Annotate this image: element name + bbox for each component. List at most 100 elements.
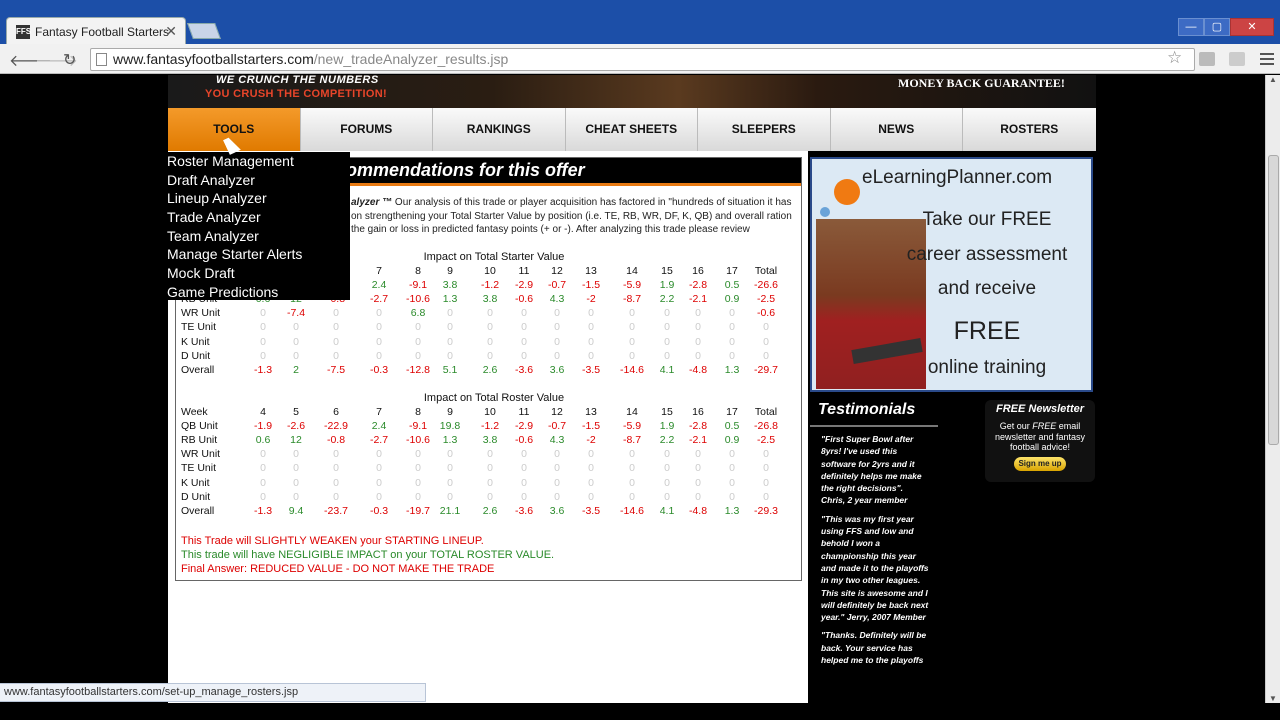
extension-icon[interactable] (1199, 52, 1215, 66)
verdict-starter: This Trade will SLIGHTLY WEAKEN your STA… (181, 535, 484, 547)
menu-item-game-predictions[interactable]: Game Predictions (166, 283, 350, 302)
tab-close-icon[interactable]: ✕ (165, 23, 177, 40)
table-cell: 0 (333, 476, 339, 489)
ad-line-4: FREE (953, 317, 1021, 345)
table-cell: 0 (447, 490, 453, 503)
main-nav: TOOLS FORUMS RANKINGS CHEAT SHEETS SLEEP… (168, 108, 1096, 151)
table-cell: 0 (333, 448, 339, 461)
table-cell: -0.6 (756, 307, 776, 320)
table-cell: 0 (376, 321, 382, 334)
verdict-final: Final Answer: REDUCED VALUE - DO NOT MAK… (181, 563, 495, 575)
scrollbar-thumb[interactable] (1268, 155, 1279, 445)
week-header: 14 (626, 265, 638, 277)
table-cell: 0 (763, 349, 769, 362)
week-header: 13 (585, 406, 597, 418)
table-cell: 0 (588, 476, 594, 489)
nav-forums[interactable]: FORUMS (300, 108, 433, 151)
close-window-button[interactable]: ✕ (1230, 18, 1274, 36)
trade-verdict: This Trade will SLIGHTLY WEAKEN your STA… (181, 534, 554, 576)
banner-tagline-2: YOU CRUSH THE COMPETITION! (205, 88, 387, 100)
table-cell: 0 (333, 490, 339, 503)
table-cell: -7.5 (326, 363, 346, 376)
table-cell: -22.9 (324, 420, 348, 433)
panel-title: ommendations for this offer (346, 160, 585, 180)
menu-item-manage-starter-alerts[interactable]: Manage Starter Alerts (166, 245, 350, 264)
table-cell: -2.5 (756, 434, 776, 447)
table-cell: 0 (763, 476, 769, 489)
address-bar[interactable]: www.fantasyfootballstarters.com/new_trad… (90, 48, 1195, 71)
sign-me-up-button[interactable]: Sign me up (1014, 456, 1066, 471)
nav-rosters[interactable]: ROSTERS (963, 108, 1096, 151)
row-label: K Unit (181, 476, 210, 489)
table-cell: 3.8 (442, 279, 458, 292)
minimize-button[interactable]: — (1178, 18, 1204, 36)
page-icon (96, 53, 107, 66)
menu-item-lineup-analyzer[interactable]: Lineup Analyzer (166, 189, 350, 208)
testimonial-3: "Thanks. Definitely will be back. Your s… (821, 630, 927, 666)
maximize-button[interactable]: ▢ (1204, 18, 1230, 36)
tab-title: Fantasy Football Starters (35, 25, 170, 39)
browser-titlebar: FFS Fantasy Football Starters ✕ — ▢ ✕ (0, 0, 1280, 44)
week-header: 7 (376, 265, 382, 277)
week-label: Week (181, 406, 208, 418)
table-cell: 0 (333, 462, 339, 475)
table-cell: 0 (293, 490, 299, 503)
elearning-ad[interactable]: eLearningPlanner.com Take our FREE caree… (810, 157, 1093, 392)
table-cell: -26.6 (754, 279, 778, 292)
ad-line-2: career assessment (906, 244, 1068, 265)
menu-item-draft-analyzer[interactable]: Draft Analyzer (166, 171, 350, 190)
table-cell: 0 (629, 462, 635, 475)
menu-item-team-analyzer[interactable]: Team Analyzer (166, 227, 350, 246)
row-label: D Unit (181, 349, 211, 362)
table-cell: -14.6 (620, 363, 644, 376)
page-viewport: WE CRUNCH THE NUMBERS YOU CRUSH THE COMP… (0, 75, 1280, 703)
scroll-up-icon[interactable]: ▲ (1269, 75, 1277, 84)
menu-item-roster-management[interactable]: Roster Management (166, 152, 350, 171)
table-cell: 21.1 (439, 504, 461, 517)
page-scrollbar[interactable]: ▲ ▼ (1265, 75, 1280, 703)
signal-extension-icon[interactable] (1229, 52, 1245, 66)
row-label: Overall (181, 363, 215, 376)
new-tab-button[interactable] (187, 23, 221, 39)
week-header: Total (754, 406, 778, 418)
table-cell: 0 (629, 476, 635, 489)
table-cell: -0.3 (369, 363, 389, 376)
table-cell: 0 (333, 349, 339, 362)
status-bar: www.fantasyfootballstarters.com/set-up_m… (0, 683, 426, 702)
table-cell: 0 (763, 321, 769, 334)
nav-sleepers[interactable]: SLEEPERS (698, 108, 831, 151)
nav-news[interactable]: NEWS (830, 108, 963, 151)
row-label: D Unit (181, 490, 211, 503)
banner-guarantee: MONEY BACK GUARANTEE! (898, 76, 1065, 90)
table-cell: 0 (333, 307, 339, 320)
week-header: 9 (447, 265, 453, 277)
logo-dot-orange (834, 179, 860, 205)
table-cell: 2.4 (371, 420, 387, 433)
scroll-down-icon[interactable]: ▼ (1269, 694, 1277, 703)
table-cell: -2.6 (286, 420, 306, 433)
ad-line-3: and receive (937, 278, 1037, 299)
nav-cheat-sheets[interactable]: CHEAT SHEETS (565, 108, 698, 151)
row-label: Overall (181, 504, 215, 517)
table-cell: 0 (629, 321, 635, 334)
table-cell: 0 (447, 462, 453, 475)
bookmark-star-icon[interactable]: ☆ (1167, 48, 1182, 68)
newsletter-body: Get our FREE email newsletter and fantas… (994, 421, 1086, 452)
nav-rankings[interactable]: RANKINGS (433, 108, 566, 151)
row-label: QB Unit (181, 420, 218, 433)
table-cell: 0 (629, 349, 635, 362)
testimonials-panel: Testimonials "First Super Bowl after 8yr… (810, 397, 938, 703)
week-header: 6 (333, 406, 339, 418)
week-header: 14 (626, 406, 638, 418)
wrench-menu-icon[interactable] (1260, 53, 1274, 65)
table-cell: 0 (293, 476, 299, 489)
ad-line-5: online training (927, 357, 1047, 378)
reload-icon[interactable]: ↻ (63, 50, 76, 70)
browser-tab[interactable]: FFS Fantasy Football Starters ✕ (6, 17, 186, 44)
newsletter-box: FREE Newsletter Get our FREE email newsl… (985, 400, 1095, 482)
menu-item-trade-analyzer[interactable]: Trade Analyzer (166, 208, 350, 227)
ad-site-name: eLearningPlanner.com (862, 167, 1053, 188)
taskbar-strip (0, 703, 1280, 720)
table-cell: -2 (586, 434, 596, 447)
menu-item-mock-draft[interactable]: Mock Draft (166, 264, 350, 283)
